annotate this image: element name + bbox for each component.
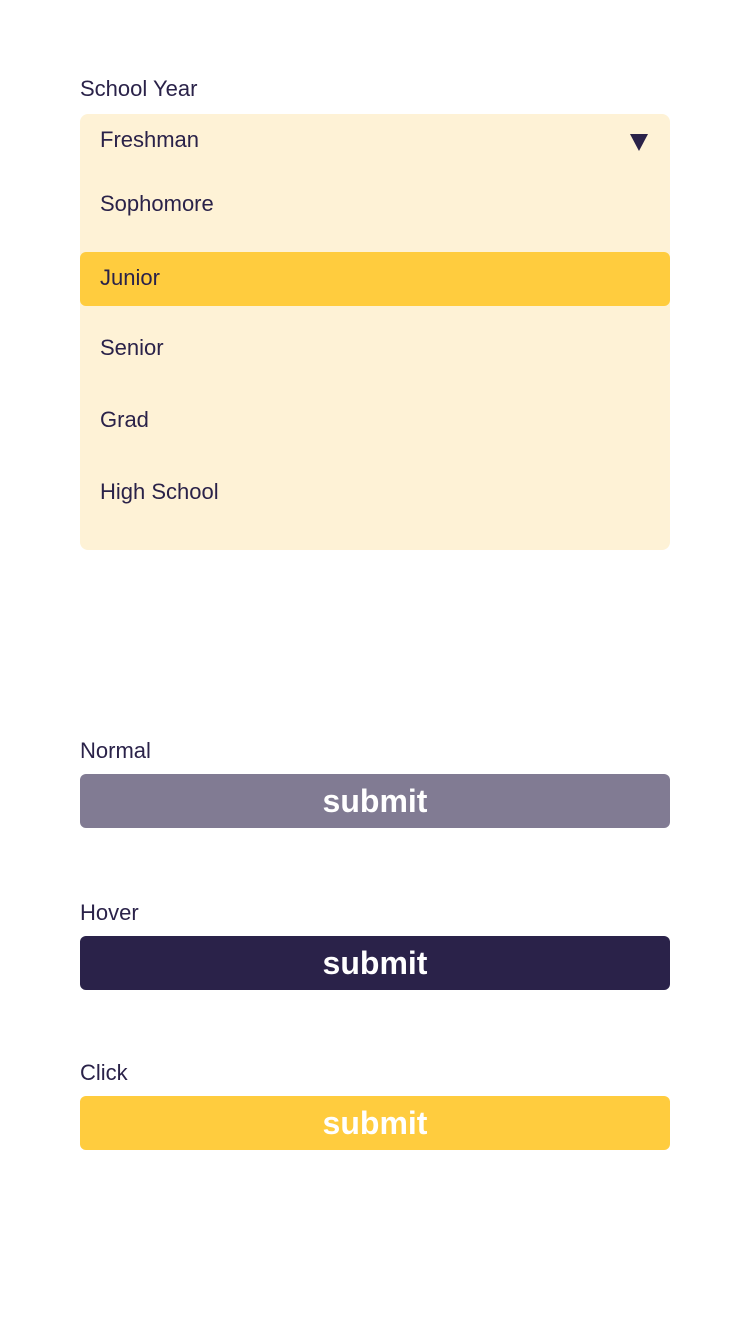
option-label: High School xyxy=(100,479,219,504)
option-label: Junior xyxy=(100,265,160,290)
click-state-label: Click xyxy=(80,1060,128,1085)
normal-state-label: Normal xyxy=(80,738,151,763)
option-senior[interactable]: Senior xyxy=(80,322,670,376)
option-label: Grad xyxy=(100,407,149,432)
hover-state-label: Hover xyxy=(80,900,139,925)
option-grad[interactable]: Grad xyxy=(80,394,670,448)
school-year-select[interactable]: Freshman xyxy=(80,114,670,166)
school-year-label: School Year xyxy=(80,76,198,101)
submit-button-normal[interactable]: submit xyxy=(80,774,670,828)
school-year-dropdown: Freshman Sophomore Junior Senior Grad Hi… xyxy=(80,114,670,550)
submit-button-click[interactable]: submit xyxy=(80,1096,670,1150)
option-label: Senior xyxy=(100,335,164,360)
chevron-down-icon[interactable] xyxy=(630,134,648,151)
submit-button-hover[interactable]: submit xyxy=(80,936,670,990)
option-junior[interactable]: Junior xyxy=(80,252,670,306)
option-high-school[interactable]: High School xyxy=(80,466,670,520)
selected-value: Freshman xyxy=(100,127,200,152)
option-sophomore[interactable]: Sophomore xyxy=(80,178,670,232)
option-label: Sophomore xyxy=(100,191,214,216)
